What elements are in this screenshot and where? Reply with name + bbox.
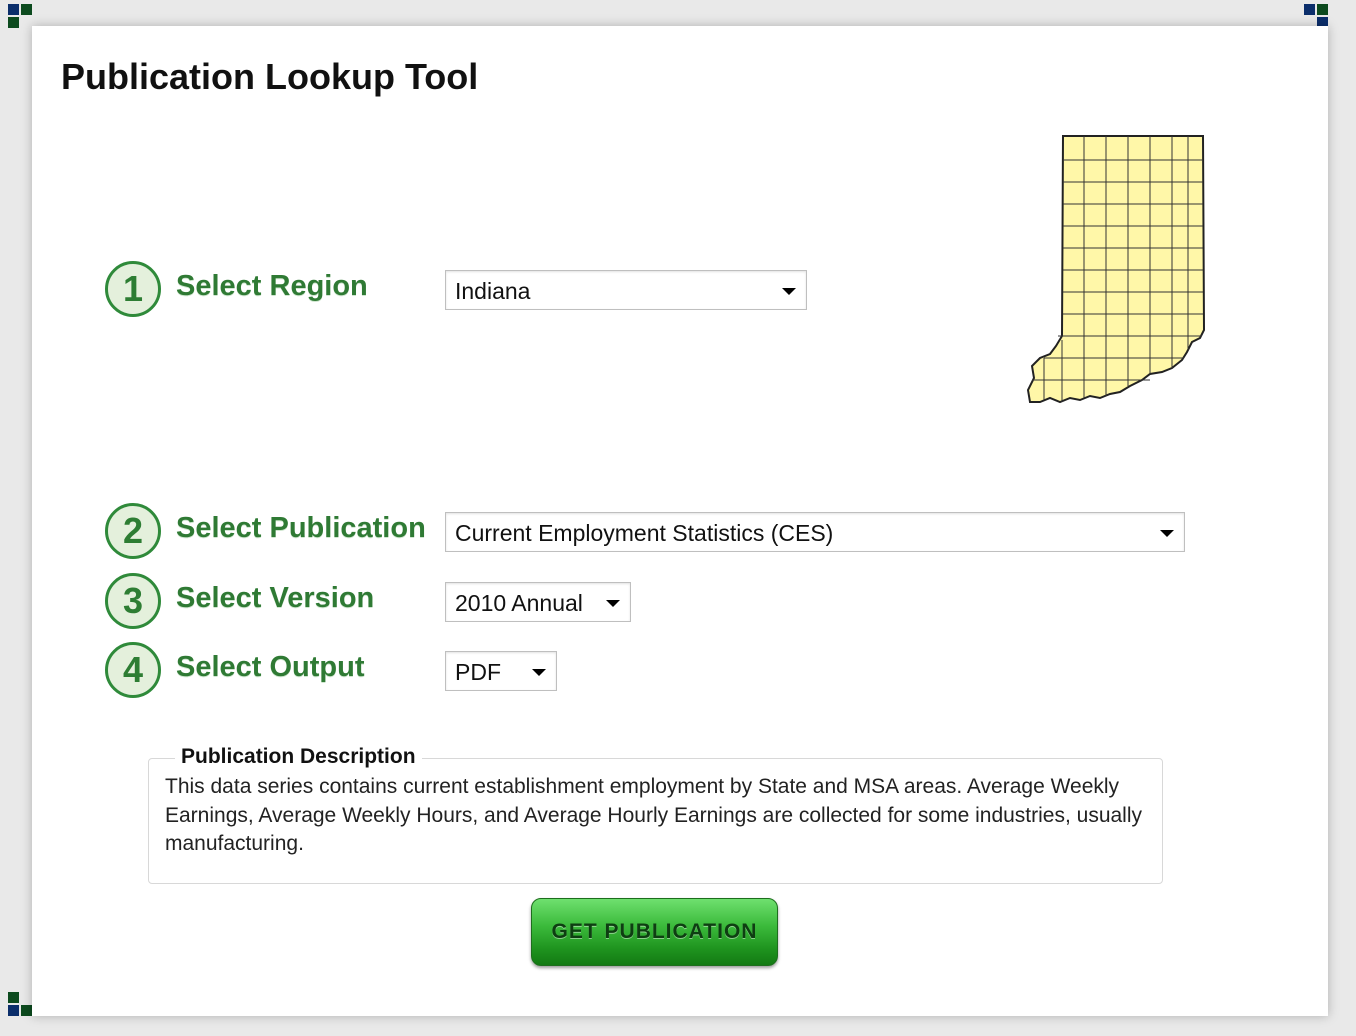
select-output-label: Select Output	[176, 651, 365, 683]
select-region-label: Select Region	[176, 270, 368, 302]
dropdown-arrow-icon	[782, 288, 796, 295]
publication-description-legend: Publication Description	[175, 745, 422, 769]
publication-select[interactable]: Current Employment Statistics (CES)	[445, 512, 1185, 552]
step-1-number-icon: 1	[105, 261, 161, 317]
version-select[interactable]: 2010 Annual	[445, 582, 631, 622]
step-4-number-icon: 4	[105, 642, 161, 698]
corner-decoration-top-right	[1304, 4, 1328, 28]
step-2-number-icon: 2	[105, 503, 161, 559]
publication-description-box: Publication Description This data series…	[148, 745, 1163, 884]
get-publication-button[interactable]: GET PUBLICATION	[531, 898, 778, 966]
indiana-county-map-icon	[1026, 135, 1206, 404]
region-select-value: Indiana	[455, 278, 531, 304]
region-select[interactable]: Indiana	[445, 270, 807, 310]
output-select[interactable]: PDF	[445, 651, 557, 691]
publication-description-text: This data series contains current establ…	[165, 775, 1143, 855]
dropdown-arrow-icon	[1160, 530, 1174, 537]
output-select-value: PDF	[455, 659, 501, 685]
publication-select-value: Current Employment Statistics (CES)	[455, 520, 834, 546]
corner-decoration-bottom-left	[8, 992, 32, 1016]
version-select-value: 2010 Annual	[455, 590, 583, 616]
dropdown-arrow-icon	[532, 669, 546, 676]
corner-decoration-top-left	[8, 4, 32, 28]
step-3-number-icon: 3	[105, 573, 161, 629]
page-title: Publication Lookup Tool	[61, 56, 479, 97]
select-version-label: Select Version	[176, 582, 375, 614]
dropdown-arrow-icon	[606, 600, 620, 607]
select-publication-label: Select Publication	[176, 512, 426, 544]
